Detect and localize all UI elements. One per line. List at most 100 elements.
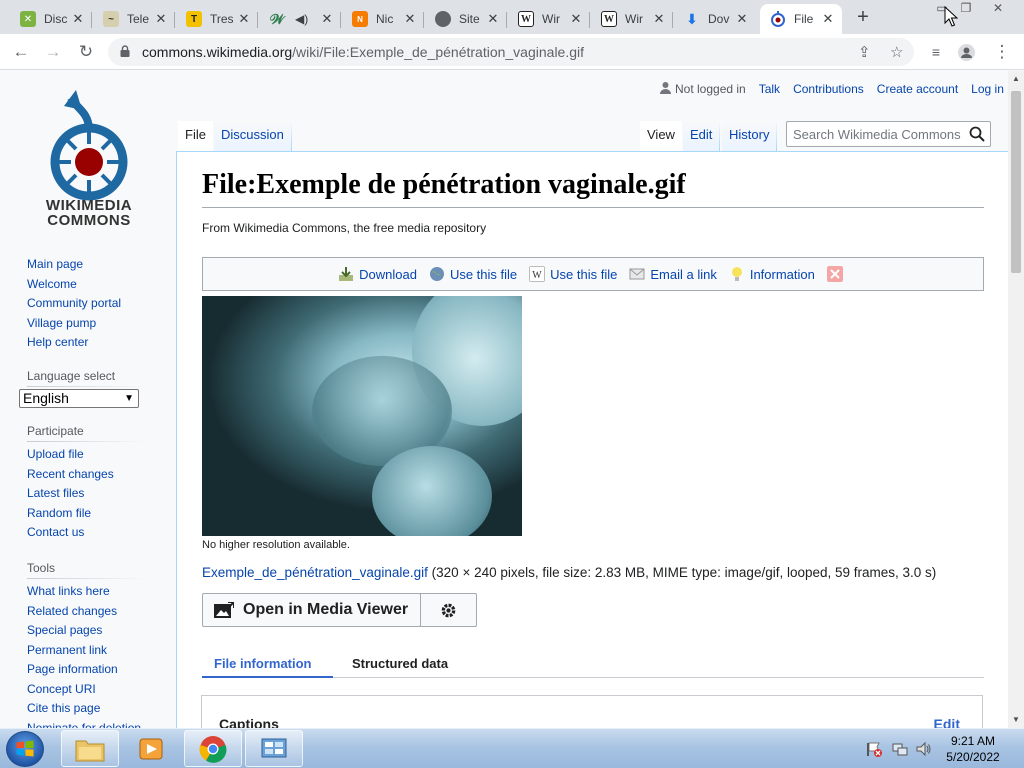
profile-avatar-icon[interactable] [958,44,975,61]
talk-link[interactable]: Talk [759,82,780,96]
subtab-file-information[interactable]: File information [214,656,312,671]
media-viewer-settings-button[interactable] [420,593,477,627]
sidebar-item-main-page[interactable]: Main page [27,255,157,275]
bookmark-star-icon[interactable]: ☆ [890,43,903,61]
tele-favicon-icon: ~ [103,11,119,27]
network-icon[interactable] [892,741,908,757]
browser-tab-4[interactable]: 𝒲 ◀) ✕ [259,4,341,34]
sidebar-item-concept-uri[interactable]: Concept URI [27,680,157,700]
sidebar-item-permanent-link[interactable]: Permanent link [27,641,157,661]
language-select-dropdown[interactable]: English ▼ [19,389,139,408]
captions-edit-link[interactable]: Edit [934,716,960,728]
folder-icon [75,740,105,761]
email-link[interactable]: Email a link [629,266,717,282]
page-scrollbar[interactable]: ▲ ▼ [1008,71,1024,728]
tab-view[interactable]: View [640,121,682,151]
scroll-down-arrow-icon[interactable]: ▼ [1008,712,1024,728]
open-in-media-viewer-button[interactable]: Open in Media Viewer [202,593,421,627]
volume-icon[interactable] [916,741,932,757]
close-tab-icon[interactable]: ✕ [568,11,584,27]
log-in-link[interactable]: Log in [971,82,1004,96]
tab-file[interactable]: File [178,121,213,151]
mouse-cursor-icon [944,6,958,27]
file-name-link[interactable]: Exemple_de_pénétration_vaginale.gif [202,565,428,580]
close-tab-icon[interactable]: ✕ [236,11,252,27]
tab-title: Site [459,12,480,26]
browser-tab-8[interactable]: W Wir ✕ [591,4,673,34]
contributions-link[interactable]: Contributions [793,82,864,96]
taskbar-file-explorer[interactable] [61,730,119,767]
system-clock[interactable]: 9:21 AM 5/20/2022 [940,733,1006,765]
reload-icon[interactable]: ↻ [74,40,98,64]
search-box[interactable]: Search Wikimedia Commons [786,121,991,147]
taskbar-control-panel[interactable] [245,730,303,767]
lock-icon[interactable] [120,45,130,57]
sidebar-item-upload-file[interactable]: Upload file [27,445,157,465]
sidebar-item-random-file[interactable]: Random file [27,504,157,524]
sidebar-item-latest-files[interactable]: Latest files [27,484,157,504]
logo-wordmark[interactable]: WIKIMEDIA COMMONS [20,198,158,228]
scroll-up-arrow-icon[interactable]: ▲ [1008,71,1024,87]
sidebar-item-page-information[interactable]: Page information [27,660,157,680]
close-tab-icon[interactable]: ✕ [319,11,335,27]
information-link[interactable]: Information [729,266,815,282]
action-center-flag-icon[interactable] [866,741,882,757]
subtab-structured-data[interactable]: Structured data [352,656,448,671]
sidebar-item-related-changes[interactable]: Related changes [27,602,157,622]
sidebar-item-village-pump[interactable]: Village pump [27,314,157,334]
close-toolbar-button[interactable] [826,266,848,282]
tab-history[interactable]: History [722,121,778,151]
close-tab-icon[interactable]: ✕ [402,11,418,27]
browser-tab-6[interactable]: Site ✕ [425,4,507,34]
browser-tab-active[interactable]: File ✕ [760,4,842,34]
url-text[interactable]: commons.wikimedia.org/wiki/File:Exemple_… [142,44,584,60]
file-preview-image[interactable] [202,296,522,536]
download-link[interactable]: Download [338,266,417,282]
address-bar[interactable]: commons.wikimedia.org/wiki/File:Exemple_… [108,38,914,66]
sidebar-item-welcome[interactable]: Welcome [27,275,157,295]
tab-discussion[interactable]: Discussion [214,121,292,151]
new-tab-button[interactable]: + [852,6,874,28]
share-icon[interactable]: ⇪ [858,43,871,61]
speaker-audio-icon[interactable]: ◀) [295,12,319,26]
reading-list-icon[interactable]: ≡ [924,40,948,64]
taskbar-chrome[interactable] [184,730,242,767]
tab-edit[interactable]: Edit [683,121,721,151]
sidebar-item-cite-this-page[interactable]: Cite this page [27,699,157,719]
close-tab-icon[interactable]: ✕ [153,11,169,27]
start-button[interactable] [6,731,44,767]
use-this-file-web-link[interactable]: Use this file [429,266,517,282]
scrollbar-thumb[interactable] [1011,91,1021,273]
sidebar-item-what-links-here[interactable]: What links here [27,582,157,602]
browser-tab-2[interactable]: ~ Tele ✕ [93,4,175,34]
language-select-heading: Language select [27,367,147,387]
sidebar-item-contact-us[interactable]: Contact us [27,523,157,543]
browser-tab-9[interactable]: ⬇ Dov ✕ [674,4,756,34]
close-tab-icon[interactable]: ✕ [734,11,750,27]
sidebar-item-nominate-for-deletion[interactable]: Nominate for deletion [27,719,157,729]
use-this-file-wiki-link[interactable]: W Use this file [529,266,617,282]
browser-menu-icon[interactable]: ⋮ [990,40,1014,64]
taskbar-media-player[interactable] [122,730,180,767]
browser-tab-5[interactable]: N Nic ✕ [342,4,424,34]
browser-tab-7[interactable]: W Wir ✕ [508,4,590,34]
create-account-link[interactable]: Create account [877,82,958,96]
sidebar-item-help-center[interactable]: Help center [27,333,157,353]
search-icon[interactable] [969,126,985,142]
close-tab-icon[interactable]: ✕ [820,11,836,27]
close-window-button[interactable]: ✕ [984,0,1012,20]
close-tab-icon[interactable]: ✕ [70,11,86,27]
forward-arrow-icon[interactable]: → [41,40,65,64]
sidebar-item-community-portal[interactable]: Community portal [27,294,157,314]
search-input[interactable]: Search Wikimedia Commons [793,127,961,142]
sidebar-item-special-pages[interactable]: Special pages [27,621,157,641]
close-tab-icon[interactable]: ✕ [651,11,667,27]
clock-date: 5/20/2022 [946,750,1000,764]
sidebar-item-recent-changes[interactable]: Recent changes [27,465,157,485]
back-arrow-icon[interactable]: ← [9,40,33,64]
tab-title: Disc [44,12,68,26]
close-tab-icon[interactable]: ✕ [485,11,501,27]
browser-tab-3[interactable]: T Tres ✕ [176,4,258,34]
browser-tab-1[interactable]: ✕ Disc ✕ [10,4,92,34]
file-meta-text: (320 × 240 pixels, file size: 2.83 MB, M… [427,565,937,580]
